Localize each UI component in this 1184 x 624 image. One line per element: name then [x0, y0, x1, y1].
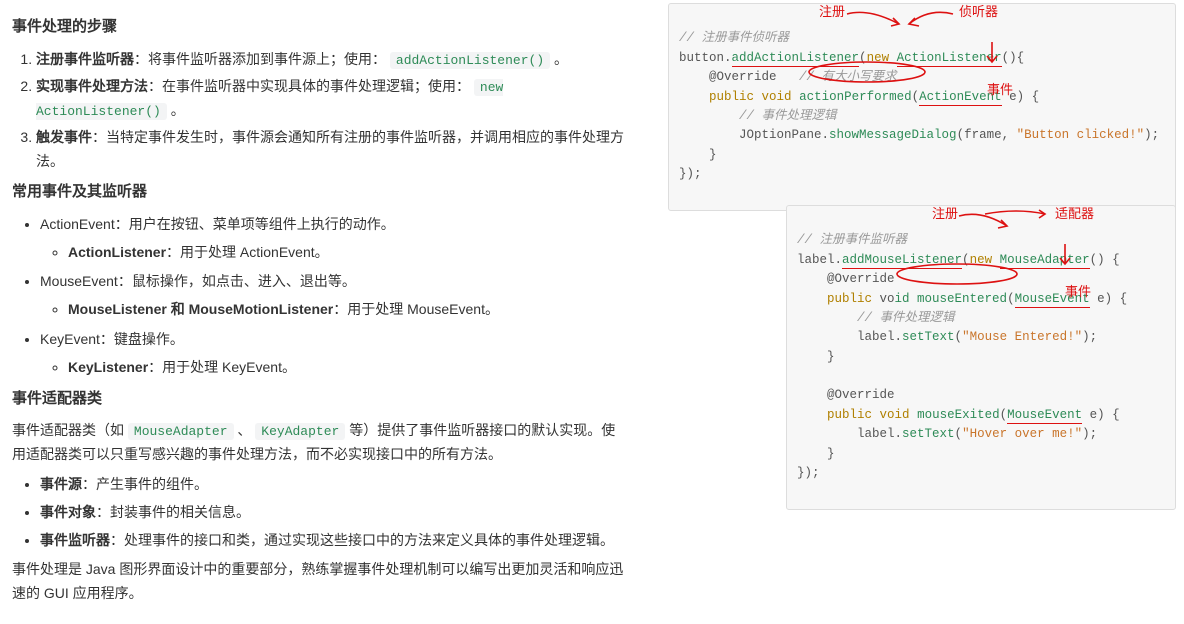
- section3-bullets: 事件源：产生事件的组件。 事件对象：封装事件的相关信息。 事件监听器：处理事件的…: [40, 473, 628, 552]
- section1-list: 注册事件监听器：将事件监听器添加到事件源上；使用： addActionListe…: [36, 48, 628, 174]
- section2-list: ActionEvent：用户在按钮、菜单项等组件上执行的动作。 ActionLi…: [40, 213, 628, 380]
- list-item: ActionEvent：用户在按钮、菜单项等组件上执行的动作。 ActionLi…: [40, 213, 628, 265]
- list-item: 事件对象：封装事件的相关信息。: [40, 501, 628, 525]
- annotation-adapter: 适配器: [1055, 204, 1094, 224]
- code-snippet-2: // 注册事件监听器 label.addMouseListener(new Mo…: [786, 205, 1176, 510]
- list-item: 注册事件监听器：将事件监听器添加到事件源上；使用： addActionListe…: [36, 48, 628, 72]
- annotation-listener: 侦听器: [959, 2, 998, 22]
- code-inline: MouseAdapter: [128, 423, 234, 440]
- list-item: KeyListener：用于处理 KeyEvent。: [68, 356, 628, 380]
- section3-footer: 事件处理是 Java 图形界面设计中的重要部分，熟练掌握事件处理机制可以编写出更…: [12, 558, 628, 606]
- list-item: 触发事件：当特定事件发生时，事件源会通知所有注册的事件监听器，并调用相应的事件处…: [36, 126, 628, 174]
- annotation-register: 注册: [932, 204, 958, 224]
- section3-intro: 事件适配器类（如 MouseAdapter 、 KeyAdapter 等）提供了…: [12, 419, 628, 467]
- section1-title: 事件处理的步骤: [12, 14, 628, 40]
- list-item: MouseListener 和 MouseMotionListener：用于处理…: [68, 298, 628, 322]
- code-snippet-1: // 注册事件侦听器 button.addActionListener(new …: [668, 3, 1176, 211]
- list-item: ActionListener：用于处理 ActionEvent。: [68, 241, 628, 265]
- code-inline: KeyAdapter: [255, 423, 345, 440]
- annotation-register: 注册: [819, 2, 845, 22]
- list-item: MouseEvent：鼠标操作，如点击、进入、退出等。 MouseListene…: [40, 270, 628, 322]
- list-item: 事件源：产生事件的组件。: [40, 473, 628, 497]
- code-inline: addActionListener(): [390, 52, 550, 69]
- list-item: KeyEvent：键盘操作。 KeyListener：用于处理 KeyEvent…: [40, 328, 628, 380]
- section3-title: 事件适配器类: [12, 386, 628, 412]
- section2-title: 常用事件及其监听器: [12, 179, 628, 205]
- list-item: 实现事件处理方法：在事件监听器中实现具体的事件处理逻辑；使用： new Acti…: [36, 75, 628, 123]
- article-body: 事件处理的步骤 注册事件监听器：将事件监听器添加到事件源上；使用： addAct…: [0, 0, 640, 624]
